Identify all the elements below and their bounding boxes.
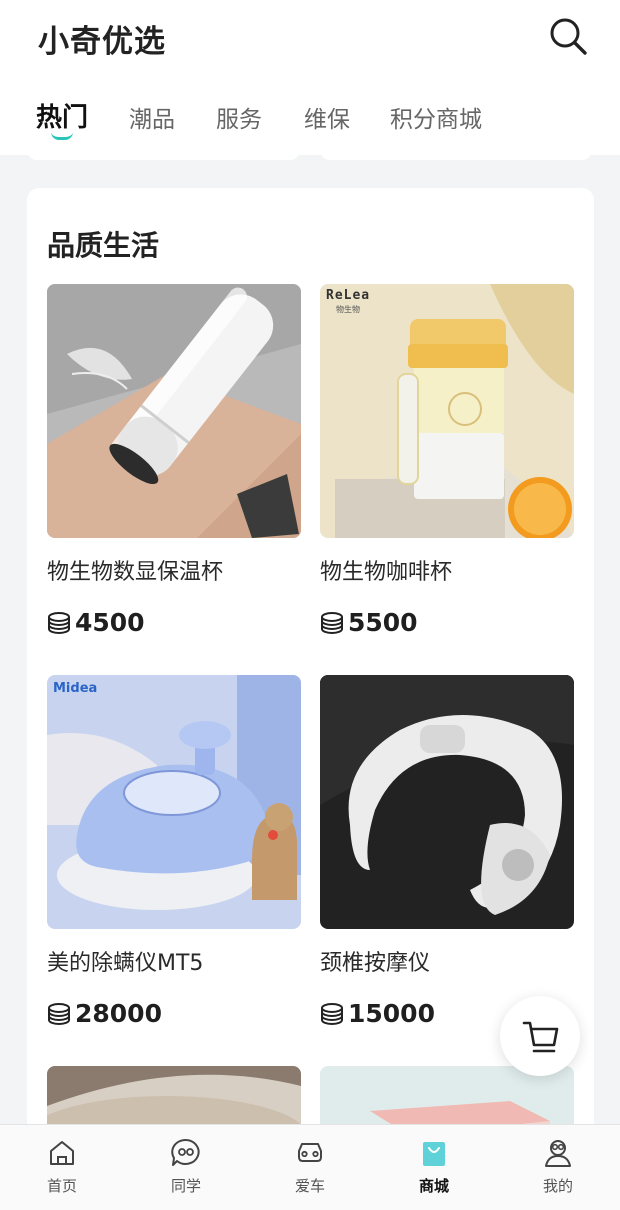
tab-hot[interactable]: 热门 bbox=[36, 97, 88, 134]
home-icon bbox=[46, 1137, 78, 1169]
coins-icon bbox=[321, 611, 343, 634]
price-value: 5500 bbox=[348, 608, 418, 637]
product-image-coffee-cup[interactable]: ReLea 物生物 bbox=[320, 284, 574, 538]
top-header: 小奇优选 热门 潮品 服务 维保 积分商城 bbox=[0, 0, 620, 155]
tab-service[interactable]: 服务 bbox=[216, 100, 262, 134]
product-card[interactable]: 物生物数显保温杯 4500 bbox=[47, 284, 301, 637]
brand-subtitle: 物生物 bbox=[336, 305, 360, 314]
previous-card-bottom bbox=[27, 148, 300, 160]
brand-logo-relea: ReLea bbox=[326, 288, 371, 303]
quality-life-section: 品质生活 物生物数显保温杯 4500 ReLea 物生物 物生物咖啡杯 5500… bbox=[27, 188, 594, 1148]
category-tabs: 热门 潮品 服务 维保 积分商城 bbox=[0, 100, 620, 150]
product-name: 美的除螨仪MT5 bbox=[47, 951, 204, 976]
tab-maintenance[interactable]: 维保 bbox=[304, 100, 350, 134]
profile-icon bbox=[542, 1137, 574, 1169]
product-image-neck-massager[interactable] bbox=[320, 675, 574, 929]
tab-points-mall[interactable]: 积分商城 bbox=[390, 100, 482, 134]
app-title: 小奇优选 bbox=[38, 24, 166, 60]
price-value: 15000 bbox=[348, 999, 435, 1028]
product-card[interactable]: Midea 美的除螨仪MT5 28000 bbox=[47, 675, 301, 1028]
product-image-insulated-bottle[interactable] bbox=[47, 284, 301, 538]
coins-icon bbox=[48, 611, 70, 634]
bottom-navigation: 首页 同学 爱车 商城 我的 bbox=[0, 1124, 620, 1210]
active-tab-indicator bbox=[51, 132, 73, 140]
product-name: 物生物数显保温杯 bbox=[47, 560, 224, 585]
shopping-cart-icon[interactable] bbox=[520, 1017, 560, 1055]
product-price: 4500 bbox=[47, 608, 301, 637]
price-value: 28000 bbox=[75, 999, 162, 1028]
previous-card-bottom bbox=[320, 148, 592, 160]
shopping-bag-icon bbox=[418, 1137, 450, 1169]
nav-my-car[interactable]: 爱车 bbox=[270, 1137, 350, 1196]
search-button[interactable] bbox=[546, 14, 590, 58]
product-name: 物生物咖啡杯 bbox=[320, 560, 453, 585]
product-price: 28000 bbox=[47, 999, 301, 1028]
nav-label: 爱车 bbox=[294, 1177, 325, 1195]
nav-label: 商城 bbox=[418, 1177, 449, 1195]
nav-home[interactable]: 首页 bbox=[22, 1137, 102, 1196]
product-card[interactable]: 颈椎按摩仪 15000 bbox=[320, 675, 574, 1028]
tab-trendy[interactable]: 潮品 bbox=[129, 100, 175, 134]
coins-icon bbox=[48, 1002, 70, 1025]
nav-classmates[interactable]: 同学 bbox=[146, 1137, 226, 1196]
product-image-mite-remover[interactable]: Midea bbox=[47, 675, 301, 929]
product-card[interactable]: ReLea 物生物 物生物咖啡杯 5500 bbox=[320, 284, 574, 637]
section-title: 品质生活 bbox=[47, 229, 160, 262]
cart-button[interactable] bbox=[500, 996, 580, 1076]
search-icon[interactable] bbox=[548, 16, 588, 56]
product-price: 5500 bbox=[320, 608, 574, 637]
nav-label: 同学 bbox=[170, 1177, 201, 1195]
nav-label: 首页 bbox=[46, 1177, 77, 1195]
chat-icon bbox=[170, 1137, 202, 1169]
coins-icon bbox=[321, 1002, 343, 1025]
price-value: 4500 bbox=[75, 608, 145, 637]
car-icon bbox=[294, 1137, 326, 1169]
product-name: 颈椎按摩仪 bbox=[320, 951, 431, 976]
nav-profile[interactable]: 我的 bbox=[518, 1137, 598, 1196]
nav-mall[interactable]: 商城 bbox=[394, 1137, 474, 1196]
brand-logo-midea: Midea bbox=[53, 681, 98, 696]
nav-label: 我的 bbox=[542, 1177, 573, 1195]
